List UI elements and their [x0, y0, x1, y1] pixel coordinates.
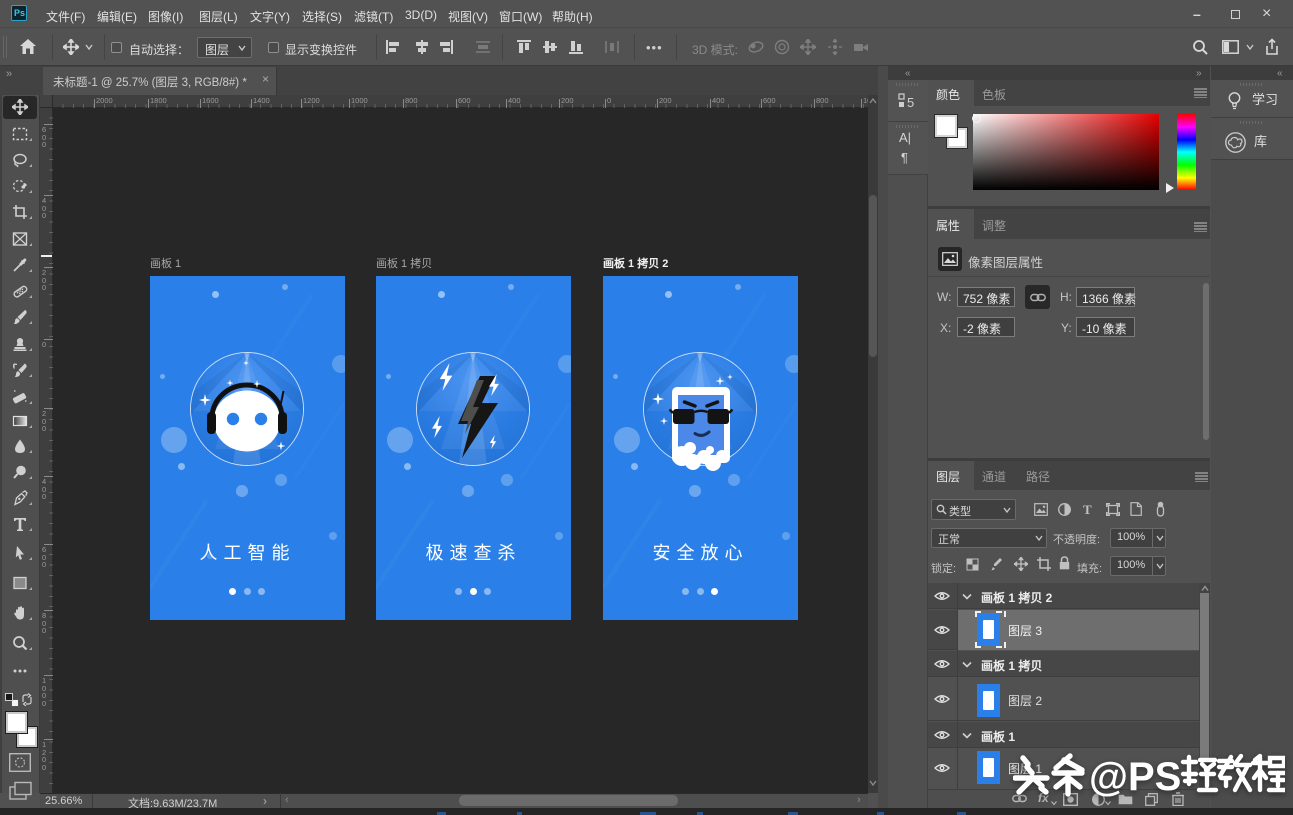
svg-text:@PS: @PS: [1089, 755, 1181, 798]
svg-text:5: 5: [907, 95, 914, 110]
